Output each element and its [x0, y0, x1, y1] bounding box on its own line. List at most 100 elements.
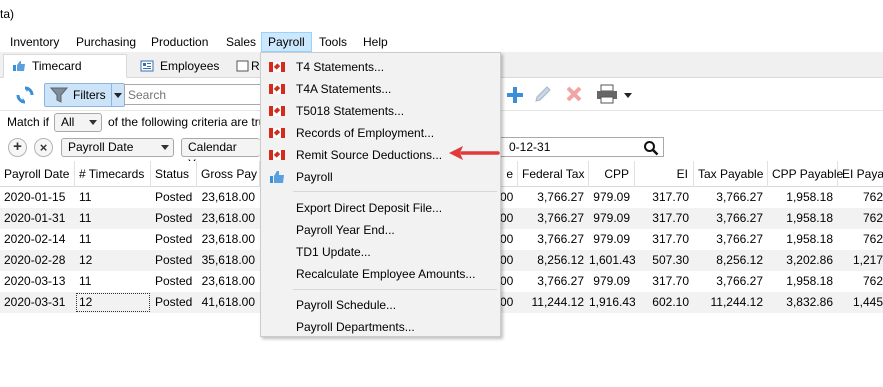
col-federal-tax[interactable]: Federal Tax: [518, 161, 589, 187]
range-select[interactable]: Calendar Year: [181, 138, 260, 171]
cell-ei-payable: 1,445: [852, 295, 883, 309]
edit-icon[interactable]: [533, 84, 553, 104]
cell-ei-payable: 762: [862, 232, 883, 246]
cell-ei: 317.70: [652, 211, 689, 225]
menu-item-label: Payroll Schedule...: [296, 298, 397, 312]
match-mode-select[interactable]: All: [54, 113, 102, 132]
col-status[interactable]: Status: [151, 161, 197, 187]
cell-tax-payable: 3,766.27: [716, 190, 763, 204]
menu-help[interactable]: Help: [362, 32, 389, 52]
cell-ei-payable: 762: [862, 274, 883, 288]
canada-flag-icon: [269, 84, 285, 94]
delete-icon[interactable]: [565, 85, 583, 103]
menu-production[interactable]: Production: [150, 32, 209, 52]
col-ei-payable[interactable]: EI Payable: [838, 161, 883, 187]
cell-payroll-date: 2020-03-31: [4, 295, 66, 309]
menu-item-payroll-year-end[interactable]: Payroll Year End...: [262, 219, 499, 241]
end-date-input[interactable]: 0-12-31: [500, 137, 664, 157]
cell-tax-payable: 8,256.12: [716, 253, 763, 267]
cell-cpp-payable: 1,958.18: [786, 232, 833, 246]
cell-cpp: 979.09: [593, 190, 630, 204]
menu-item-t5018-statements[interactable]: T5018 Statements...: [262, 100, 499, 122]
menu-item-label: Records of Employment...: [296, 126, 435, 140]
tab-employees[interactable]: Employees: [131, 54, 223, 78]
chevron-down-icon: [161, 145, 169, 150]
cell-federal-tax: 8,256.12: [537, 253, 584, 267]
cell-status: Posted: [155, 232, 193, 246]
cell-truncated: 00: [500, 190, 514, 204]
tab-timecard-batches[interactable]: Timecard Batches: [3, 54, 127, 95]
menu-item-payroll-schedule[interactable]: Payroll Schedule...: [262, 294, 499, 316]
cell-federal-tax: 3,766.27: [537, 190, 584, 204]
cell-gross-pay: 23,618.00: [201, 232, 255, 246]
add-icon[interactable]: [505, 85, 525, 105]
printer-icon[interactable]: [596, 84, 620, 104]
col-tax-payable[interactable]: Tax Payable: [694, 161, 768, 187]
chevron-down-icon: [89, 120, 97, 125]
menu-separator: [293, 289, 497, 290]
refresh-icon[interactable]: [15, 85, 35, 105]
cell-ei-payable: 762: [862, 190, 883, 204]
menu-item-records-of-employment[interactable]: Records of Employment...: [262, 122, 499, 144]
menu-item-label: Export Direct Deposit File...: [296, 201, 443, 215]
menu-separator: [293, 191, 497, 192]
end-date-value: 0-12-31: [509, 140, 551, 154]
cell-payroll-date: 2020-02-28: [4, 253, 66, 267]
menu-item-td1-update[interactable]: TD1 Update...: [262, 241, 499, 263]
payroll-menu: T4 Statements... T4A Statements... T5018…: [260, 52, 501, 337]
menu-payroll[interactable]: Payroll: [261, 32, 312, 52]
col-timecards[interactable]: # Timecards: [75, 161, 151, 187]
chevron-down-icon: [114, 93, 122, 98]
thumbs-up-icon: [270, 171, 284, 183]
menu-purchasing[interactable]: Purchasing: [75, 32, 137, 52]
menu-item-label: Payroll: [296, 170, 333, 184]
menu-item-recalculate-employee-amounts[interactable]: Recalculate Employee Amounts...: [262, 263, 499, 285]
filters-dropdown-arrow[interactable]: [111, 84, 124, 106]
cell-cpp: 979.09: [593, 274, 630, 288]
menu-tools[interactable]: Tools: [318, 32, 348, 52]
menu-sales[interactable]: Sales: [225, 32, 257, 52]
cell-tax-payable: 11,244.12: [710, 295, 764, 309]
menu-item-label: Payroll Departments...: [296, 320, 415, 334]
funnel-icon: [50, 87, 68, 103]
cell-gross-pay: 23,618.00: [201, 211, 255, 225]
match-mode-value: All: [61, 115, 75, 129]
col-cpp-payable[interactable]: CPP Payable: [768, 161, 843, 187]
cell-cpp-payable: 1,958.18: [786, 211, 833, 225]
col-gross-pay[interactable]: Gross Pay: [197, 161, 260, 187]
col-ei[interactable]: EI: [635, 161, 694, 187]
cell-status: Posted: [155, 211, 193, 225]
cell-payroll-date: 2020-02-14: [4, 232, 66, 246]
filters-button[interactable]: Filters: [44, 83, 125, 107]
remove-criteria-button[interactable]: ×: [34, 138, 53, 157]
cell-payroll-date: 2020-01-31: [4, 211, 66, 225]
tab-r[interactable]: R: [228, 54, 260, 78]
cell-truncated: 00: [500, 253, 514, 267]
col-cpp[interactable]: CPP: [589, 161, 635, 187]
cell-payroll-date: 2020-03-13: [4, 274, 66, 288]
print-dropdown-icon[interactable]: [624, 93, 632, 98]
add-criteria-button[interactable]: +: [8, 138, 27, 157]
menu-item-payroll-departments[interactable]: Payroll Departments...: [262, 316, 499, 338]
col-truncated[interactable]: e: [500, 161, 518, 187]
menu-item-t4-statements[interactable]: T4 Statements...: [262, 56, 499, 78]
col-payroll-date[interactable]: Payroll Date: [0, 161, 75, 187]
filters-label: Filters: [73, 88, 106, 102]
tab-label: Employees: [160, 59, 220, 73]
menu-item-payroll[interactable]: Payroll: [262, 166, 499, 188]
cell-truncated: 00: [500, 232, 514, 246]
search-icon[interactable]: [643, 140, 659, 156]
cell-ei-payable: 1,217: [852, 253, 883, 267]
cell-ei: 507.30: [652, 253, 689, 267]
cell-federal-tax: 11,244.12: [531, 295, 585, 309]
menu-item-export-direct-deposit[interactable]: Export Direct Deposit File...: [262, 197, 499, 219]
menu-item-t4a-statements[interactable]: T4A Statements...: [262, 78, 499, 100]
menu-item-label: T4A Statements...: [296, 82, 392, 96]
menu-inventory[interactable]: Inventory: [9, 32, 60, 52]
search-input[interactable]: [124, 84, 262, 105]
field-select[interactable]: Payroll Date: [61, 138, 174, 157]
menu-item-label: TD1 Update...: [296, 245, 371, 259]
cell-cpp: 1,916.43: [589, 295, 635, 309]
cell-ei: 317.70: [652, 190, 689, 204]
canada-flag-icon: [269, 128, 285, 138]
